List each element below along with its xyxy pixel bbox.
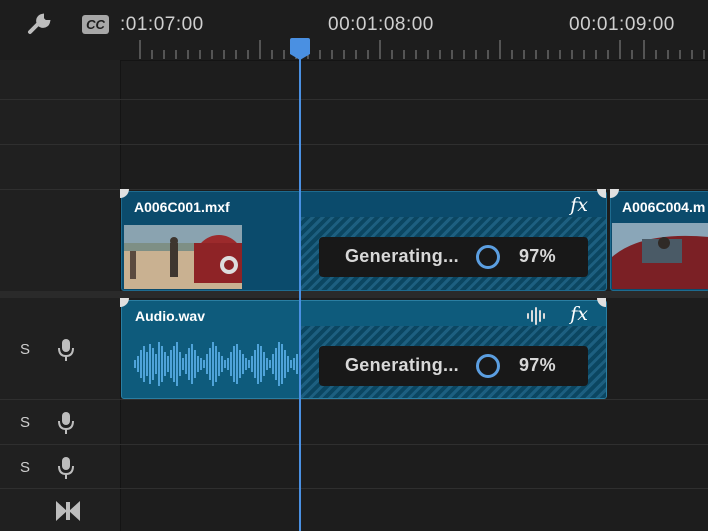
audio-clip[interactable]: Audio.wav fx Generating... 97% [121,300,607,399]
mix-bowtie-icon[interactable] [55,500,81,522]
waveform-bar [260,346,262,382]
captions-button[interactable]: CC [82,15,109,34]
waveform-bar [257,344,259,384]
waveform-bar [143,346,145,382]
track-divider [0,488,708,489]
waveform-bar [239,350,241,378]
generating-indicator: Generating... 97% [319,346,588,386]
clip-name: Audio.wav [135,308,206,324]
fx-badge[interactable]: fx [570,303,588,325]
waveform-bar [170,350,172,378]
wrench-icon[interactable] [26,10,54,38]
waveform-bar [188,348,190,380]
timeline-ruler[interactable]: CC :01:07:00 00:01:08:00 00:01:09:00 [0,0,708,61]
timecode-label: :01:07:00 [120,14,204,35]
waveform-bar [272,354,274,374]
generating-indicator: Generating... 97% [319,237,588,277]
waveform-bar [158,342,160,386]
timecode-label: 00:01:08:00 [328,14,434,35]
waveform-bar [182,358,184,370]
microphone-icon[interactable] [58,456,74,480]
waveform-bar [164,352,166,376]
waveform-bar [221,356,223,372]
solo-button[interactable]: S [20,341,30,358]
waveform-bar [287,356,289,372]
track-divider [0,99,708,100]
waveform-bar [236,344,238,384]
playhead-pointer [290,54,310,60]
waveform-bar [194,350,196,378]
waveform-bar [248,360,250,368]
waveform-bar [152,348,154,380]
waveform-bar [296,354,298,374]
waveform-bar [149,344,151,384]
waveform-bar [278,342,280,386]
waveform-bar [215,346,217,382]
waveform-bar [227,358,229,370]
fx-badge[interactable]: fx [570,194,588,216]
audio-waveform [134,342,304,386]
waveform-bar [146,352,148,376]
waveform-bar [176,342,178,386]
waveform-bar [185,354,187,374]
waveform-bar [293,358,295,370]
solo-button[interactable]: S [20,459,30,476]
waveform-bar [137,356,139,372]
track-divider [0,399,708,400]
waveform-bar [209,348,211,380]
clip-name: A006C001.mxf [134,199,230,215]
playhead-line[interactable] [299,55,301,531]
solo-button[interactable]: S [20,414,30,431]
waveform-bar [179,352,181,376]
waveform-bar [191,344,193,384]
generating-percent: 97% [519,246,556,266]
playhead-handle[interactable] [290,38,310,54]
waveform-bar [140,350,142,378]
waveform-bar [206,354,208,374]
waveform-bar [218,352,220,376]
waveform-bar [173,346,175,382]
video-audio-divider[interactable] [0,291,708,298]
waveform-bar [254,350,256,378]
video-clip[interactable]: A006C001.mxf fx Generating... 97% [121,191,607,291]
ruler-ticks [139,40,705,59]
waveform-bar [197,356,199,372]
waveform-bar [251,356,253,372]
progress-ring-icon [476,354,500,378]
clip-name: A006C004.m [622,199,706,215]
generating-label: Generating... [345,355,459,375]
track-divider [0,144,708,145]
timecode-label: 00:01:09:00 [569,14,675,35]
track-divider [0,444,708,445]
waveform-bar [245,358,247,370]
waveform-bar [203,360,205,368]
waveform-bar [167,356,169,372]
waveform-bar [224,360,226,368]
microphone-icon[interactable] [58,338,74,362]
waveform-bar [281,344,283,384]
microphone-icon[interactable] [58,411,74,435]
waveform-bar [263,352,265,376]
waveform-bar [155,354,157,374]
waveform-bar [233,346,235,382]
waveform-bar [134,360,136,368]
waveform-bar [284,350,286,378]
waveform-bar [269,360,271,368]
progress-ring-icon [476,245,500,269]
waveform-bar [290,360,292,368]
waveform-bar [161,346,163,382]
waveform-icon[interactable] [526,307,548,325]
clip-thumbnail [612,223,708,289]
waveform-bar [242,354,244,374]
waveform-bar [275,348,277,380]
waveform-bar [212,342,214,386]
waveform-bar [266,358,268,370]
generating-label: Generating... [345,246,459,266]
video-clip[interactable]: A006C004.m [610,191,708,291]
clip-thumbnail [124,225,242,289]
waveform-bar [230,352,232,376]
waveform-bar [200,358,202,370]
generating-percent: 97% [519,355,556,375]
